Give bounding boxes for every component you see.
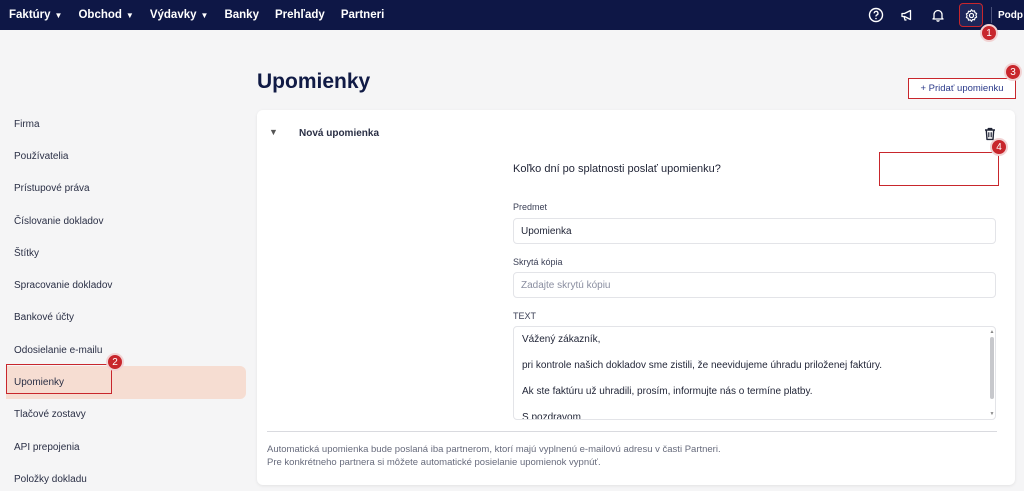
subject-label: Predmet: [513, 202, 548, 212]
callout-badge: 3: [1004, 63, 1022, 81]
main-nav: Faktúry ▼ Obchod ▼ Výdavky ▼ Banky Prehľady…: [0, 0, 400, 30]
nav-item-faktury[interactable]: Faktúry ▼: [9, 9, 62, 21]
days-after-due-input[interactable]: [879, 152, 999, 186]
nav-item-prehlady[interactable]: Prehľady: [275, 9, 325, 21]
divider: [267, 431, 997, 432]
settings-sidebar: Firma Používatelia Prístupové práva Čísl…: [0, 108, 246, 491]
sidebar-item-stitky[interactable]: Štítky: [0, 237, 246, 269]
nav-item-partneri[interactable]: Partneri: [341, 9, 384, 21]
top-nav-bar: Faktúry ▼ Obchod ▼ Výdavky ▼ Banky Prehľady…: [0, 0, 1024, 30]
sidebar-item-polozky-dokladu[interactable]: Položky dokladu: [0, 463, 246, 491]
nav-item-label: Banky: [224, 9, 259, 21]
sidebar-item-firma[interactable]: Firma: [0, 108, 246, 140]
sidebar-item-spracovanie-dokladov[interactable]: Spracovanie dokladov: [0, 269, 246, 301]
help-icon[interactable]: [866, 5, 886, 25]
nav-item-vydavky[interactable]: Výdavky ▼: [150, 9, 209, 21]
text-line: Ak ste faktúru už uhradili, prosím, info…: [522, 386, 813, 397]
chevron-down-icon: ▼: [54, 10, 63, 20]
nav-item-label: Obchod: [78, 9, 122, 21]
note-line: Automatická upomienka bude poslaná iba p…: [267, 444, 721, 455]
message-textarea[interactable]: Vážený zákazník, pri kontrole našich dok…: [513, 326, 996, 420]
scroll-down-icon[interactable]: ▼: [989, 411, 995, 417]
text-line: pri kontrole našich dokladov sme zistili…: [522, 360, 882, 371]
reminder-card: ▼ Nová upomienka Koľko dní po splatnosti…: [257, 110, 1015, 485]
nav-item-label: Partneri: [340, 9, 385, 21]
chevron-down-icon: ▼: [125, 10, 134, 20]
page-title: Upomienky: [257, 70, 371, 93]
bcc-label: Skrytá kópia: [513, 257, 563, 267]
nav-item-label: Faktúry: [9, 9, 51, 21]
add-reminder-button[interactable]: + Pridať upomienku: [908, 78, 1016, 99]
nav-item-obchod[interactable]: Obchod ▼: [78, 9, 133, 21]
gear-icon: [965, 8, 977, 22]
nav-item-label: Výdavky: [149, 9, 197, 21]
chevron-down-icon[interactable]: ▼: [269, 127, 278, 137]
bcc-input[interactable]: [513, 272, 996, 298]
callout-badge: 1: [980, 24, 998, 42]
text-line: S pozdravom: [522, 412, 581, 420]
callout-badge: 4: [990, 138, 1008, 156]
card-title: Nová upomienka: [299, 128, 380, 139]
note-line: Pre konkrétneho partnera si môžete autom…: [267, 457, 601, 468]
divider: [991, 7, 992, 23]
subject-input[interactable]: [513, 218, 996, 244]
text-label: TEXT: [513, 311, 537, 321]
user-menu[interactable]: Podp: [998, 10, 1024, 21]
top-icons: Podp: [855, 0, 1024, 30]
sidebar-item-api-prepojenia[interactable]: API prepojenia: [0, 431, 246, 463]
sidebar-item-tlacove-zostavy[interactable]: Tlačové zostavy: [0, 399, 246, 431]
scroll-up-icon[interactable]: ▲: [989, 329, 995, 335]
text-line: Vážený zákazník,: [522, 334, 601, 345]
info-note: Automatická upomienka bude poslaná iba p…: [267, 443, 721, 469]
chevron-down-icon: ▼: [200, 10, 209, 20]
nav-item-label: Prehľady: [274, 9, 325, 21]
nav-item-banky[interactable]: Banky: [224, 9, 259, 21]
days-question-label: Koľko dní po splatnosti poslať upomienku…: [513, 163, 721, 175]
bell-icon[interactable]: [928, 5, 948, 25]
scrollbar-thumb[interactable]: [990, 337, 994, 399]
sidebar-item-pouzivatelia[interactable]: Používatelia: [0, 140, 246, 172]
highlight-box: [6, 364, 112, 394]
megaphone-icon[interactable]: [897, 5, 917, 25]
settings-button[interactable]: [959, 3, 983, 27]
sidebar-item-pristupove-prava[interactable]: Prístupové práva: [0, 173, 246, 205]
callout-badge: 2: [106, 353, 124, 371]
sidebar-item-bankove-ucty[interactable]: Bankové účty: [0, 302, 246, 334]
sidebar-item-ciselovanie-dokladov[interactable]: Číslovanie dokladov: [0, 205, 246, 237]
